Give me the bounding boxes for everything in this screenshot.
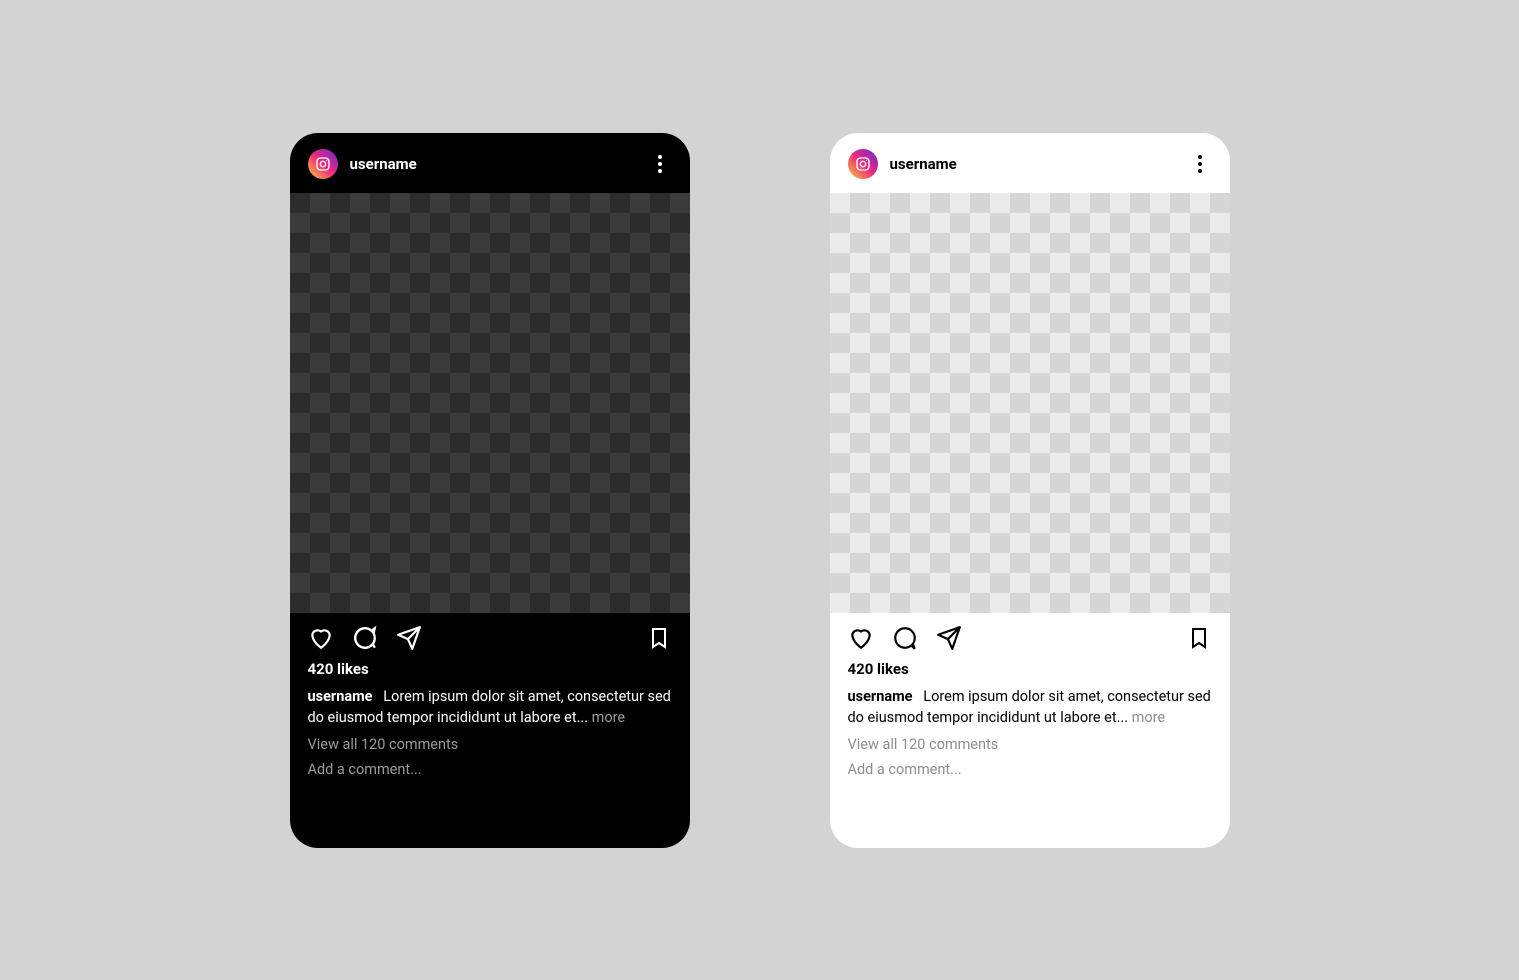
view-comments-link[interactable]: View all 120 comments: [848, 734, 1212, 755]
action-bar: [290, 613, 690, 659]
more-link[interactable]: more: [1132, 709, 1165, 726]
comment-button[interactable]: [892, 625, 918, 651]
bookmark-icon: [1187, 626, 1211, 650]
more-link[interactable]: more: [592, 709, 625, 726]
avatar[interactable]: [848, 149, 878, 179]
post-meta: 420 likes username Lorem ipsum dolor sit…: [290, 659, 690, 801]
header: username: [290, 133, 690, 193]
action-bar: [830, 613, 1230, 659]
kebab-icon: [658, 155, 662, 173]
view-comments-link[interactable]: View all 120 comments: [308, 734, 672, 755]
send-icon: [396, 625, 422, 651]
instagram-icon: [315, 156, 331, 172]
share-button[interactable]: [396, 625, 422, 651]
caption-username[interactable]: username: [848, 688, 913, 705]
post-meta: 420 likes username Lorem ipsum dolor sit…: [830, 659, 1230, 801]
post-image-placeholder[interactable]: [830, 193, 1230, 613]
save-button[interactable]: [646, 625, 672, 651]
caption: username Lorem ipsum dolor sit amet, con…: [308, 686, 672, 728]
post-card-dark: username: [290, 133, 690, 848]
caption-username[interactable]: username: [308, 688, 373, 705]
post-card-light: username: [830, 133, 1230, 848]
like-button[interactable]: [848, 625, 874, 651]
add-comment-input[interactable]: Add a comment...: [308, 759, 672, 780]
send-icon: [936, 625, 962, 651]
add-comment-input[interactable]: Add a comment...: [848, 759, 1212, 780]
save-button[interactable]: [1186, 625, 1212, 651]
caption: username Lorem ipsum dolor sit amet, con…: [848, 686, 1212, 728]
kebab-icon: [1198, 155, 1202, 173]
share-button[interactable]: [936, 625, 962, 651]
more-options-button[interactable]: [648, 152, 672, 176]
post-image-placeholder[interactable]: [290, 193, 690, 613]
heart-icon: [848, 625, 874, 651]
comment-icon: [352, 625, 378, 651]
username-header[interactable]: username: [350, 155, 648, 173]
likes-count[interactable]: 420 likes: [308, 659, 672, 681]
likes-count[interactable]: 420 likes: [848, 659, 1212, 681]
instagram-icon: [855, 156, 871, 172]
header: username: [830, 133, 1230, 193]
more-options-button[interactable]: [1188, 152, 1212, 176]
username-header[interactable]: username: [890, 155, 1188, 173]
heart-icon: [308, 625, 334, 651]
like-button[interactable]: [308, 625, 334, 651]
comment-button[interactable]: [352, 625, 378, 651]
comment-icon: [892, 625, 918, 651]
bookmark-icon: [647, 626, 671, 650]
avatar[interactable]: [308, 149, 338, 179]
